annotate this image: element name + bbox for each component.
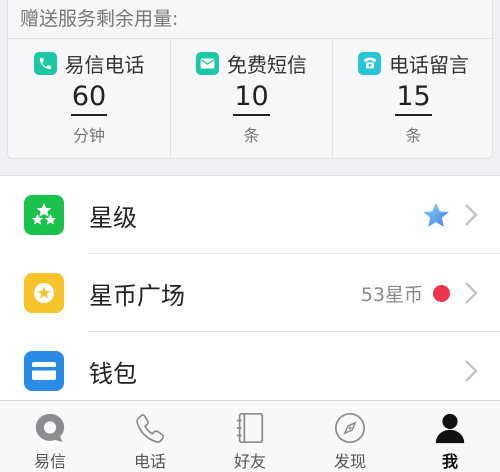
tab-phone[interactable]: 电话 <box>100 401 200 472</box>
menu-item-label: 星级 <box>89 203 137 232</box>
quota-voicemail[interactable]: 电话留言 15 条 <box>332 38 494 159</box>
tab-label: 易信 <box>33 452 66 471</box>
tab-friends[interactable]: 好友 <box>200 401 300 472</box>
quota-unit: 条 <box>405 126 422 145</box>
contacts-book-icon <box>236 412 264 444</box>
message-icon <box>196 51 219 75</box>
quota-unit: 条 <box>243 126 260 145</box>
blue-star-icon <box>423 202 449 227</box>
quota-value: 10 <box>233 80 270 116</box>
phone-icon <box>33 51 57 75</box>
tab-me[interactable]: 我 <box>400 401 500 472</box>
stars-icon <box>24 195 64 235</box>
wallet-icon <box>24 351 64 391</box>
tab-label: 我 <box>441 452 458 471</box>
menu-item-label: 钱包 <box>89 359 137 388</box>
person-icon <box>435 413 465 444</box>
compass-icon <box>334 412 366 444</box>
tab-discover[interactable]: 发现 <box>300 401 400 472</box>
quota-label: 免费短信 <box>227 52 307 77</box>
quota-free-sms[interactable]: 免费短信 10 条 <box>170 38 332 159</box>
tab-label: 好友 <box>233 452 266 471</box>
remaining-quota-card: 赠送服务剩余用量: 易信电话 60 分钟 免费短信 10 条 电话留言 15 条 <box>7 0 493 159</box>
bottom-tab-bar: 易信 电话 好友 发现 我 <box>0 400 500 472</box>
tab-yixin[interactable]: 易信 <box>0 401 100 472</box>
me-page: 赠送服务剩余用量: 易信电话 60 分钟 免费短信 10 条 电话留言 15 条… <box>0 0 500 472</box>
quota-value: 15 <box>395 80 432 116</box>
menu-item-wallet[interactable]: 钱包 <box>0 332 500 410</box>
chevron-right-icon <box>465 282 478 304</box>
quota-label: 电话留言 <box>389 52 469 77</box>
quota-value: 60 <box>70 80 108 116</box>
voicemail-phone-icon <box>358 51 381 75</box>
yixin-logo-icon <box>35 413 65 443</box>
quota-label: 易信电话 <box>64 52 145 77</box>
menu-item-star-coin-plaza[interactable]: 星币广场 53星币 <box>0 254 500 332</box>
notification-dot <box>433 284 450 302</box>
menu-item-label: 星币广场 <box>89 281 185 310</box>
chevron-right-icon <box>465 360 478 382</box>
menu-item-star-level[interactable]: 星级 <box>0 176 500 254</box>
tab-label: 发现 <box>333 452 366 471</box>
tab-label: 电话 <box>133 452 166 471</box>
quota-yixin-call[interactable]: 易信电话 60 分钟 <box>8 38 170 159</box>
chevron-right-icon <box>465 204 478 226</box>
coin-balance: 53星币 <box>360 283 423 306</box>
quota-title: 赠送服务剩余用量: <box>20 8 179 30</box>
settings-list: 星级 星币广场 53星币 钱包 <box>0 175 500 400</box>
quota-unit: 分钟 <box>72 126 105 145</box>
star-coin-icon <box>24 273 64 313</box>
phone-handset-icon <box>136 414 165 443</box>
